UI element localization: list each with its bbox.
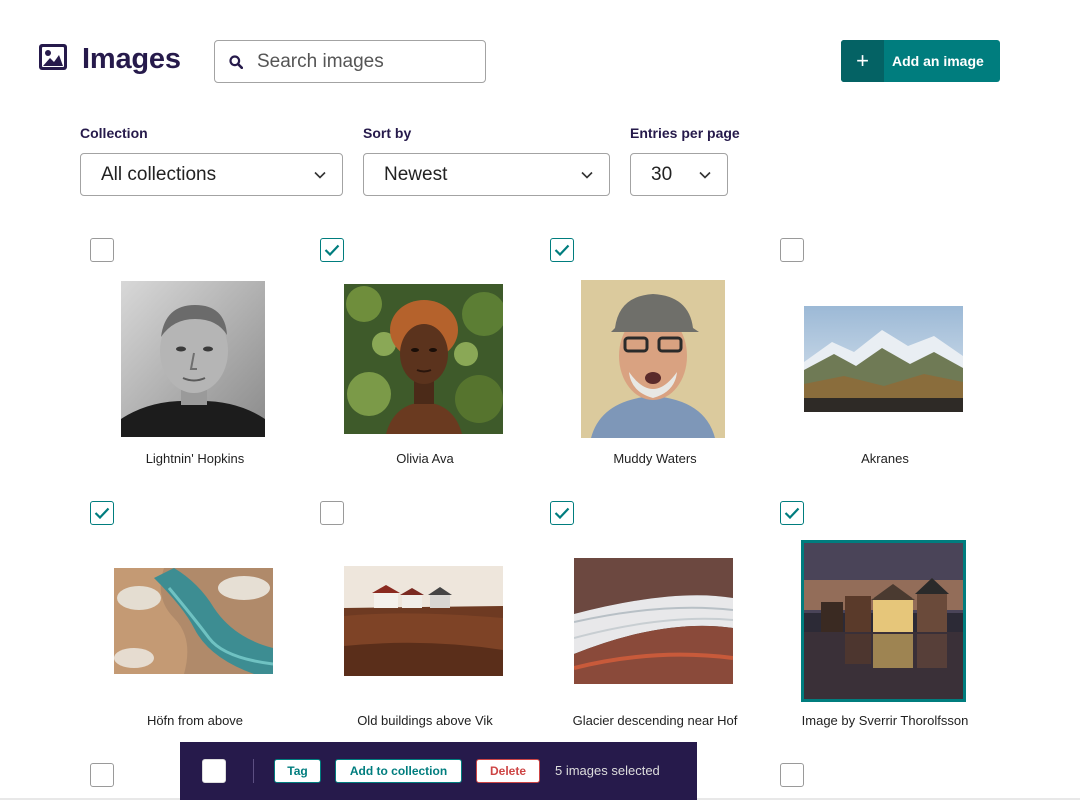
chevron-down-icon (581, 171, 593, 179)
collection-select-value: All collections (101, 163, 217, 185)
add-image-button[interactable]: + Add an image (841, 40, 1000, 82)
chevron-down-icon (314, 171, 326, 179)
image-checkbox[interactable] (320, 238, 344, 262)
image-thumbnail[interactable] (574, 558, 733, 684)
image-thumbnail[interactable] (121, 281, 265, 437)
checkmark-icon (94, 507, 110, 519)
image-title[interactable]: Olivia Ava (310, 451, 540, 466)
search-icon (215, 54, 257, 69)
image-title[interactable]: Muddy Waters (540, 451, 770, 466)
checkmark-icon (554, 244, 570, 256)
divider (253, 759, 254, 783)
image-title[interactable]: Glacier descending near Hof (540, 713, 770, 728)
tag-button[interactable]: Tag (274, 759, 321, 783)
image-checkbox[interactable] (780, 501, 804, 525)
search-box[interactable] (214, 40, 486, 83)
image-checkbox[interactable] (780, 238, 804, 262)
bulk-actions-bar: Tag Add to collection Delete 5 images se… (180, 742, 697, 800)
image-checkbox[interactable] (320, 501, 344, 525)
image-checkbox[interactable] (550, 238, 574, 262)
plus-icon: + (841, 40, 884, 82)
image-thumbnail[interactable] (804, 306, 963, 412)
image-checkbox[interactable] (780, 763, 804, 787)
checkmark-icon (784, 507, 800, 519)
chevron-down-icon (699, 171, 711, 179)
image-title[interactable]: Akranes (770, 451, 1000, 466)
image-icon (38, 43, 68, 76)
image-checkbox[interactable] (90, 238, 114, 262)
entries-filter: Entries per page 30 (630, 125, 745, 196)
image-thumbnail[interactable] (581, 280, 725, 438)
add-to-collection-button[interactable]: Add to collection (335, 759, 462, 783)
checkmark-icon (324, 244, 340, 256)
entries-filter-label: Entries per page (630, 125, 740, 141)
add-image-button-label: Add an image (892, 53, 984, 69)
page-header: Images + Add an image (0, 0, 1080, 110)
collection-select[interactable]: All collections (80, 153, 343, 196)
entries-select-value: 30 (651, 163, 673, 185)
sort-filter-label: Sort by (363, 125, 412, 141)
select-all-checkbox[interactable] (202, 759, 226, 783)
image-thumbnail[interactable] (344, 566, 503, 676)
image-thumbnail[interactable] (114, 568, 273, 674)
image-checkbox[interactable] (90, 763, 114, 787)
sort-select-value: Newest (384, 163, 448, 185)
image-checkbox[interactable] (90, 501, 114, 525)
search-input[interactable] (257, 50, 467, 73)
entries-select[interactable]: 30 (630, 153, 728, 196)
sort-select[interactable]: Newest (363, 153, 610, 196)
image-title[interactable]: Lightnin' Hopkins (80, 451, 310, 466)
collection-filter: Collection All collections (80, 125, 343, 196)
image-title[interactable]: Höfn from above (80, 713, 310, 728)
sort-filter: Sort by Newest (363, 125, 610, 196)
page-title: Images (38, 43, 181, 76)
delete-button[interactable]: Delete (476, 759, 540, 783)
image-thumbnail[interactable] (344, 284, 503, 434)
image-title[interactable]: Old buildings above Vik (310, 713, 540, 728)
image-title[interactable]: Image by Sverrir Thorolfsson (770, 713, 1000, 728)
page-title-text: Images (82, 43, 181, 75)
checkmark-icon (554, 507, 570, 519)
selection-count: 5 images selected (555, 763, 660, 778)
image-thumbnail[interactable] (801, 540, 966, 702)
collection-filter-label: Collection (80, 125, 148, 141)
image-checkbox[interactable] (550, 501, 574, 525)
